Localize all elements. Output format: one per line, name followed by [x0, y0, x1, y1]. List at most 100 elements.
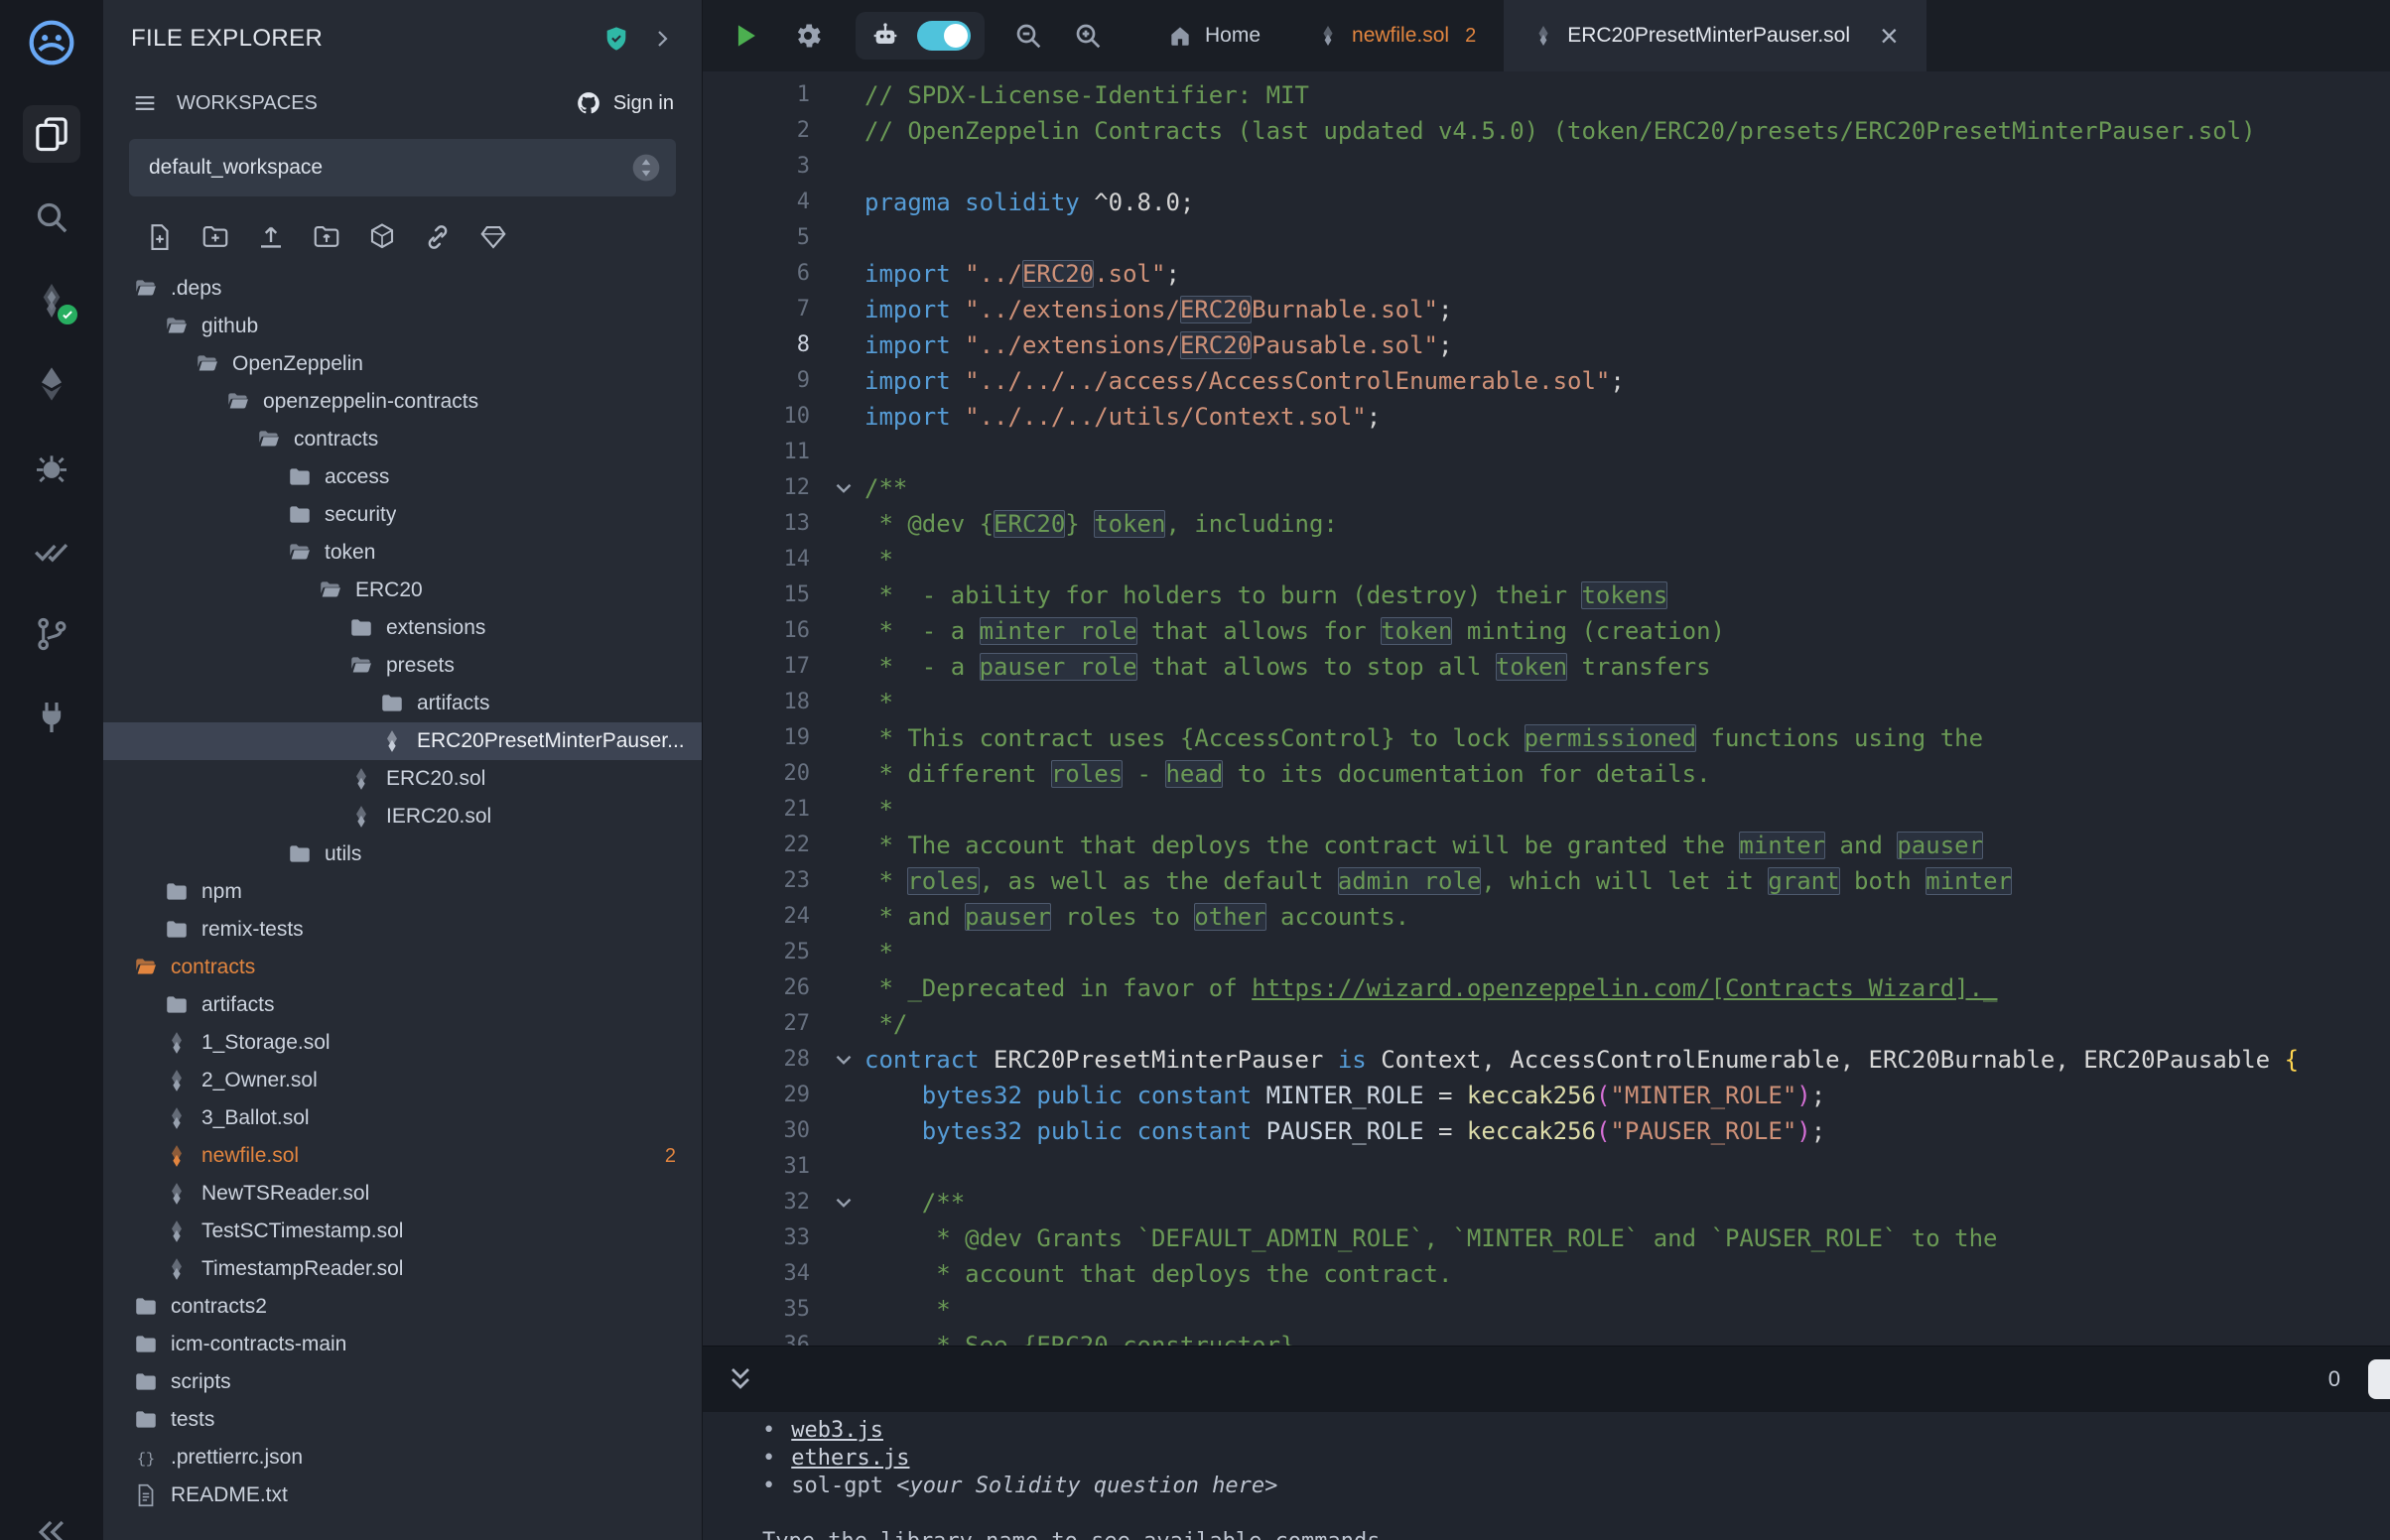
tree-file-.prettierrc.json[interactable]: {}.prettierrc.json: [103, 1439, 702, 1476]
tree-folder-scripts[interactable]: scripts: [103, 1363, 702, 1401]
compile-success-badge: [55, 302, 80, 327]
gutter: 22: [703, 828, 864, 863]
zoom-out-icon[interactable]: [1012, 20, 1044, 52]
tree-folder-token[interactable]: token: [103, 534, 702, 572]
tree-folder-access[interactable]: access: [103, 458, 702, 496]
tree-folder-contracts[interactable]: contracts: [103, 421, 702, 458]
terminal-link[interactable]: web3.js: [791, 1418, 883, 1443]
tree-folder-github[interactable]: github: [103, 308, 702, 345]
code-line: 13 * @dev {ERC20} token, including:: [703, 506, 2390, 542]
line-number: 12: [784, 470, 811, 506]
tree-folder-extensions[interactable]: extensions: [103, 609, 702, 647]
publish-to-ipfs-icon[interactable]: [367, 222, 397, 252]
script-config-gear-icon[interactable]: [792, 20, 824, 52]
code-line: 15 * - ability for holders to burn (dest…: [703, 578, 2390, 613]
run-script-button[interactable]: [729, 19, 762, 53]
terminal-expand-icon[interactable]: [725, 1363, 756, 1395]
tree-folder-.deps[interactable]: .deps: [103, 270, 702, 308]
line-number: 14: [784, 542, 811, 578]
tree-file-1_Storage.sol[interactable]: 1_Storage.sol: [103, 1024, 702, 1062]
tree-item-label: contracts2: [171, 1295, 267, 1319]
tree-file-ERC20PresetMinterPauser...[interactable]: ERC20PresetMinterPauser...: [103, 722, 702, 760]
hamburger-menu-icon[interactable]: [131, 89, 159, 117]
tree-file-2_Owner.sol[interactable]: 2_Owner.sol: [103, 1062, 702, 1099]
tree-folder-OpenZeppelin[interactable]: OpenZeppelin: [103, 345, 702, 383]
upload-folder-icon[interactable]: [312, 222, 341, 252]
tree-folder-artifacts[interactable]: artifacts: [103, 685, 702, 722]
code-editor[interactable]: 1// SPDX-License-Identifier: MIT2// Open…: [703, 71, 2390, 1346]
tree-folder-icm-contracts-main[interactable]: icm-contracts-main: [103, 1326, 702, 1363]
tree-file-README.txt[interactable]: README.txt: [103, 1476, 702, 1514]
ai-copilot-icon[interactable]: [869, 20, 901, 52]
shield-icon[interactable]: [602, 25, 630, 53]
search-icon[interactable]: [23, 189, 80, 246]
tree-file-TimestampReader.sol[interactable]: TimestampReader.sol: [103, 1250, 702, 1288]
tab-home[interactable]: Home: [1139, 0, 1288, 71]
line-number: 34: [784, 1256, 811, 1292]
tree-file-TestSCTimestamp.sol[interactable]: TestSCTimestamp.sol: [103, 1213, 702, 1250]
tree-folder-artifacts[interactable]: artifacts: [103, 986, 702, 1024]
solidity-unit-testing-icon[interactable]: [23, 522, 80, 579]
tree-file-ERC20.sol[interactable]: ERC20.sol: [103, 760, 702, 798]
tab-label: newfile.sol: [1352, 24, 1449, 48]
solidity-file-icon: [379, 728, 405, 754]
ai-copilot-toggle[interactable]: [917, 21, 971, 51]
folder-icon: [164, 314, 190, 339]
deploy-and-run-icon[interactable]: [23, 355, 80, 413]
code-text: */: [864, 1006, 907, 1042]
tree-folder-utils[interactable]: utils: [103, 835, 702, 873]
chevron-right-icon[interactable]: [650, 27, 674, 51]
solidity-compiler-icon[interactable]: [23, 272, 80, 329]
code-text: * _Deprecated in favor of https://wizard…: [864, 970, 1998, 1006]
collapse-panel-icon[interactable]: [32, 1512, 71, 1540]
code-line: 10import "../../../utils/Context.sol";: [703, 399, 2390, 435]
terminal-link[interactable]: ethers.js: [791, 1446, 909, 1471]
code-line: 30 bytes32 public constant PAUSER_ROLE =…: [703, 1113, 2390, 1149]
workspace-select[interactable]: default_workspace: [129, 139, 676, 196]
zoom-in-icon[interactable]: [1072, 20, 1104, 52]
tree-folder-contracts[interactable]: contracts: [103, 949, 702, 986]
editor-area: Home newfile.sol2ERC20PresetMinterPauser…: [703, 0, 2390, 1540]
publish-to-gist-icon[interactable]: [423, 222, 453, 252]
tree-folder-remix-tests[interactable]: remix-tests: [103, 911, 702, 949]
plugin-manager-icon[interactable]: [23, 689, 80, 746]
flattener-icon[interactable]: [478, 222, 508, 252]
line-number: 5: [797, 220, 810, 256]
file-explorer-icon[interactable]: [23, 105, 80, 163]
tree-folder-security[interactable]: security: [103, 496, 702, 534]
tree-file-NewTSReader.sol[interactable]: NewTSReader.sol: [103, 1175, 702, 1213]
tree-folder-openzeppelin-contracts[interactable]: openzeppelin-contracts: [103, 383, 702, 421]
code-text: import "../../../utils/Context.sol";: [864, 399, 1381, 435]
tree-file-3_Ballot.sol[interactable]: 3_Ballot.sol: [103, 1099, 702, 1137]
remix-logo-icon[interactable]: [23, 14, 80, 71]
tree-folder-presets[interactable]: presets: [103, 647, 702, 685]
fold-icon[interactable]: [831, 1047, 857, 1073]
line-number: 17: [784, 649, 811, 685]
tree-folder-ERC20[interactable]: ERC20: [103, 572, 702, 609]
tree-folder-contracts2[interactable]: contracts2: [103, 1288, 702, 1326]
new-file-icon[interactable]: [145, 222, 175, 252]
upload-file-icon[interactable]: [256, 222, 286, 252]
fold-icon[interactable]: [831, 1190, 857, 1216]
folder-icon: [164, 917, 190, 943]
new-folder-icon[interactable]: [200, 222, 230, 252]
tree-folder-tests[interactable]: tests: [103, 1401, 702, 1439]
tree-file-IERC20.sol[interactable]: IERC20.sol: [103, 798, 702, 835]
tab-newfile.sol[interactable]: newfile.sol2: [1288, 0, 1504, 71]
git-icon[interactable]: [23, 605, 80, 663]
tab-ERC20PresetMinterPauser.sol[interactable]: ERC20PresetMinterPauser.sol×: [1504, 0, 1925, 71]
terminal-line: •ethers.js: [762, 1444, 2390, 1472]
close-tab-icon[interactable]: ×: [1880, 20, 1899, 52]
tree-item-label: extensions: [386, 616, 485, 640]
terminal-search-input[interactable]: [2368, 1359, 2390, 1399]
code-text: // OpenZeppelin Contracts (last updated …: [864, 113, 2256, 149]
tree-item-label: TestSCTimestamp.sol: [201, 1219, 403, 1243]
debugger-icon[interactable]: [23, 439, 80, 496]
tree-folder-npm[interactable]: npm: [103, 873, 702, 911]
fold-icon[interactable]: [831, 475, 857, 501]
tree-file-newfile.sol[interactable]: newfile.sol2: [103, 1137, 702, 1175]
folder-icon: [287, 502, 313, 528]
tree-item-label: IERC20.sol: [386, 805, 491, 829]
sign-in-button[interactable]: Sign in: [576, 90, 674, 116]
line-number: 1: [797, 77, 810, 113]
